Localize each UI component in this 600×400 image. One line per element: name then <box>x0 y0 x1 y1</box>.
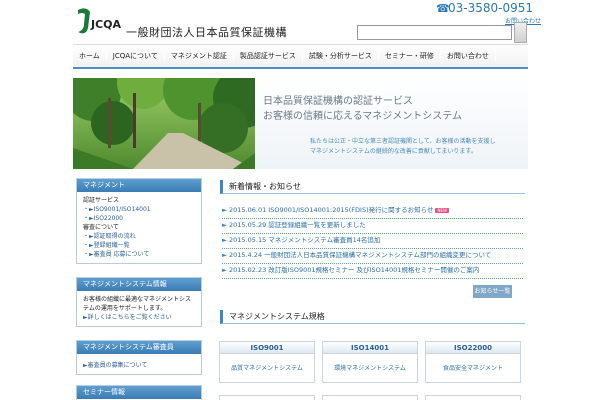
sidebar-link-iso9001-14001[interactable]: ・►ISO9001/ISO14001 <box>83 205 195 214</box>
nav-item-contact[interactable]: お問い合わせ <box>441 51 496 61</box>
hero-body-line1: 私たちは公正・中立な第三者認証機関として、お客様の活動を支援し <box>310 138 496 145</box>
news-item-text: 2015.05.15 マネジメントシステム審査員14名追加 <box>229 236 381 244</box>
sidebar-box-seminar: セミナー情報 <box>76 385 202 400</box>
news-item[interactable]: ► 2015.05.15 マネジメントシステム審査員14名追加 <box>222 234 523 249</box>
sidebar-link-iso22000[interactable]: ・►ISO22000 <box>83 214 195 223</box>
global-nav: ホーム JCQAについて マネジメント認証 製品認証サービス 試験・分析サービス… <box>73 44 528 69</box>
news-item[interactable]: ► 2015.05.29 認証登録組織一覧を更新しました <box>222 219 523 234</box>
logo-text: JCQA <box>90 18 122 31</box>
sidebar-line: 審査について <box>83 224 119 231</box>
news-item-text: 2015.02.23 改訂版ISO9001規格セミナー 及びISO14001規格… <box>229 266 480 274</box>
sidebar-box-auditor: マネジメントシステム審査員 ►審査員の募集について <box>76 340 202 375</box>
news-item[interactable]: ► 2015.06.01 ISO9001/ISO14001:2015(FDIS)発… <box>222 204 523 219</box>
phone-number: ☎03-3580-0951 <box>436 1 533 15</box>
sidebar-box-title: マネジメント <box>77 179 201 192</box>
search-button[interactable] <box>514 22 527 43</box>
news-section-title: 新着情報・お知らせ <box>220 180 525 194</box>
nav-item-testing[interactable]: 試験・分析サービス <box>303 51 379 61</box>
arrow-icon: ► <box>222 221 227 229</box>
standard-card-iso9001: ISO9001 品質マネジメントシステム <box>219 341 315 383</box>
jcqa-logo[interactable]: JCQA <box>76 6 122 36</box>
nav-item-product[interactable]: 製品認証サービス <box>234 51 303 61</box>
standard-card-link[interactable]: 品質マネジメントシステム <box>220 363 314 372</box>
standard-card-iso14001: ISO14001 環境マネジメントシステム <box>322 341 418 383</box>
standard-card-name: ISO9001 <box>220 342 314 354</box>
sidebar-link-flow[interactable]: ・►認証取得の流れ <box>83 232 195 241</box>
standard-card-name: ISO22000 <box>426 342 520 354</box>
news-item-text: 2015.05.29 認証登録組織一覧を更新しました <box>229 221 366 229</box>
site-title: 一般財団法人日本品質保証機構 <box>126 26 287 39</box>
news-list: ► 2015.06.01 ISO9001/ISO14001:2015(FDIS)発… <box>222 204 523 279</box>
arrow-icon: ► <box>222 236 227 244</box>
phone-icon: ☎ <box>436 2 450 15</box>
sidebar-link-recruit[interactable]: ►審査員の募集について <box>83 361 195 370</box>
nav-item-management[interactable]: マネジメント認証 <box>165 51 234 61</box>
sidebar-box-info: マネジメントシステム情報 お客様の組織に最適なマネジメントシステムの運用をサポー… <box>76 277 202 327</box>
site-header: JCQA 一般財団法人日本品質保証機構 ☎03-3580-0951 お問い合わせ <box>0 0 600 44</box>
sidebar-box-title: マネジメントシステム情報 <box>77 278 201 291</box>
sidebar-text: お客様の組織に最適なマネジメントシステムの運用をサポートします。 <box>83 296 192 312</box>
sidebar-box-title: マネジメントシステム審査員 <box>77 341 201 354</box>
forest-road-photo <box>73 78 255 169</box>
standard-card-partial <box>425 395 521 400</box>
news-list-button[interactable]: お知らせ一覧 <box>473 285 512 298</box>
standard-card-partial <box>322 395 418 400</box>
standard-card-link[interactable]: 環境マネジメントシステム <box>323 363 417 372</box>
standard-card-name: ISO14001 <box>323 342 417 354</box>
standard-card-partial <box>219 395 315 400</box>
sidebar-link-registered[interactable]: ・►登録組織一覧 <box>83 241 195 250</box>
sidebar-link-details[interactable]: ►詳しくはこちらをご覧ください <box>83 313 195 322</box>
search-input[interactable] <box>357 25 512 40</box>
hero-heading-line1: 日本品質保証機構の認証サービス <box>263 96 413 107</box>
new-badge: NEW <box>435 207 449 213</box>
nav-item-home[interactable]: ホーム <box>73 51 107 61</box>
sidebar-link-auditor[interactable]: ・►審査員 応募について <box>83 250 195 259</box>
arrow-icon: ► <box>222 206 227 214</box>
hero-heading-line2: お客様の信頼に応えるマネジメントシステム <box>263 111 462 122</box>
nav-item-about[interactable]: JCQAについて <box>107 51 165 61</box>
phone-text: 03-3580-0951 <box>448 1 534 15</box>
news-item-text: 2015.4.24 一般財団法人日本品質保証機構マネジメントシステム部門の組織変… <box>229 251 492 259</box>
nav-item-seminar[interactable]: セミナー・研修 <box>379 51 441 61</box>
arrow-icon: ► <box>222 266 227 274</box>
standard-card-iso22000: ISO22000 食品安全マネジメント <box>425 341 521 383</box>
standard-card-link[interactable]: 食品安全マネジメント <box>426 363 520 372</box>
news-item[interactable]: ► 2015.4.24 一般財団法人日本品質保証機構マネジメントシステム部門の組織… <box>222 249 523 264</box>
news-item[interactable]: ► 2015.02.23 改訂版ISO9001規格セミナー 及びISO14001規… <box>222 264 523 279</box>
sidebar-box-management: マネジメント 認証サービス ・►ISO9001/ISO14001 ・►ISO22… <box>76 178 202 264</box>
standards-section-title: マネジメントシステム規格 <box>220 310 525 324</box>
hero-body-line2: マネジメントシステムの継続的な改善に貢献してまいります。 <box>310 148 477 155</box>
hero-banner: 日本品質保証機構の認証サービス お客様の信頼に応えるマネジメントシステム 私たち… <box>73 78 528 169</box>
news-item-text: 2015.06.01 ISO9001/ISO14001:2015(FDIS)発行… <box>229 206 434 214</box>
sidebar-line: 認証サービス <box>83 197 120 204</box>
arrow-icon: ► <box>222 251 227 259</box>
sidebar-box-title: セミナー情報 <box>77 386 201 399</box>
